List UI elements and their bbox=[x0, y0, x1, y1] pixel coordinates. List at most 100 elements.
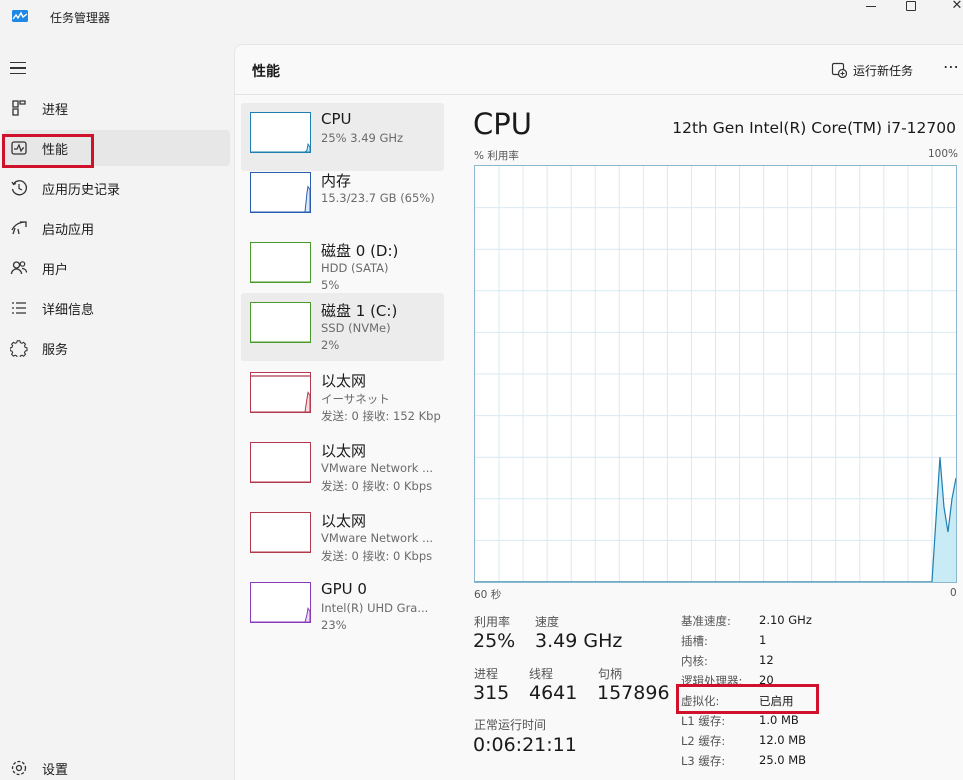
run-new-task-icon bbox=[831, 62, 847, 78]
cpu-utilization-graph bbox=[474, 165, 957, 583]
device-thumbnail-graph bbox=[250, 302, 311, 343]
main-panel: 性能 运行新任务 ⋯ CPU 25% 3.49 GHz 内存 15.3/23.7 GB… bbox=[234, 44, 963, 780]
sidebar-item-app-history[interactable]: 应用历史记录 bbox=[4, 170, 230, 206]
page-title: 性能 bbox=[252, 64, 280, 80]
device-name: 以太网 bbox=[321, 512, 367, 530]
device-sparkline-area bbox=[251, 185, 310, 212]
sidebar-item-services[interactable]: 服务 bbox=[4, 330, 230, 366]
l2-cache-value: 12.0 MB bbox=[759, 733, 807, 747]
speed-label: 速度 bbox=[535, 615, 560, 629]
run-new-task-button[interactable]: 运行新任务 bbox=[831, 59, 913, 81]
handles-label: 句柄 bbox=[598, 667, 623, 681]
title-bar: 任务管理器 ✕ bbox=[0, 0, 963, 36]
base-speed-value: 2.10 GHz bbox=[759, 613, 812, 627]
processes-value: 315 bbox=[473, 682, 510, 704]
close-icon: ✕ bbox=[951, 0, 963, 13]
device-name: 磁盘 0 (D:) bbox=[321, 242, 399, 260]
device-sparkline-area bbox=[251, 142, 310, 152]
device-detail-secondary: 23% bbox=[321, 618, 347, 632]
device-item[interactable]: CPU 25% 3.49 GHz bbox=[241, 103, 444, 171]
more-options-button[interactable]: ⋯ bbox=[943, 57, 960, 76]
device-sparkline bbox=[251, 281, 310, 282]
device-sparkline bbox=[251, 341, 310, 342]
device-item[interactable]: 内存 15.3/23.7 GB (65%) bbox=[241, 163, 444, 231]
users-icon bbox=[10, 261, 28, 275]
device-thumbnail-graph bbox=[250, 242, 311, 283]
settings-gear-icon bbox=[11, 760, 27, 776]
highlight-box-performance bbox=[2, 134, 94, 168]
cores-value: 12 bbox=[759, 653, 774, 667]
sidebar-item-settings[interactable]: 设置 bbox=[4, 750, 230, 780]
sidebar-item-details[interactable]: 详细信息 bbox=[4, 290, 230, 326]
device-item[interactable]: 以太网 VMware Network ... 发送: 0 接收: 0 Kbps bbox=[241, 503, 444, 571]
device-thumbnail-graph bbox=[250, 112, 311, 153]
device-sparkline-area bbox=[251, 607, 310, 622]
device-item[interactable]: 磁盘 0 (D:) HDD (SATA) 5% bbox=[241, 233, 444, 301]
device-thumbnail-graph bbox=[250, 372, 311, 413]
maximize-icon bbox=[906, 1, 916, 11]
device-thumbnail-graph bbox=[250, 512, 311, 553]
uptime-value: 0:06:21:11 bbox=[473, 734, 577, 756]
device-item[interactable]: 以太网イーサネット发送: 0 接收: 152 Kbp bbox=[241, 363, 444, 431]
details-icon bbox=[12, 302, 26, 314]
device-sparkline-area bbox=[251, 391, 310, 412]
processes-label: 进程 bbox=[474, 667, 499, 681]
device-detail: VMware Network ... bbox=[321, 461, 434, 475]
sidebar-item-startup-apps[interactable]: 启动应用 bbox=[4, 210, 230, 246]
device-name: 以太网 bbox=[321, 372, 367, 390]
device-item[interactable]: 磁盘 1 (C:) SSD (NVMe) 2% bbox=[241, 293, 444, 361]
sidebar-item-label: 用户 bbox=[42, 263, 69, 278]
device-item[interactable]: 以太网 VMware Network ... 发送: 0 接收: 0 Kbps bbox=[241, 433, 444, 501]
base-speed-label: 基准速度: bbox=[681, 614, 731, 628]
cpu-model-name: 12th Gen Intel(R) Core(TM) i7-12700 bbox=[672, 119, 956, 137]
device-detail: SSD (NVMe) bbox=[321, 321, 391, 335]
sidebar-item-processes[interactable]: 进程 bbox=[4, 90, 230, 126]
device-detail: 25% 3.49 GHz bbox=[321, 131, 404, 145]
device-name: 磁盘 1 (C:) bbox=[321, 302, 398, 320]
close-button[interactable]: ✕ bbox=[934, 0, 963, 14]
device-detail: イーサネット bbox=[321, 392, 390, 406]
device-detail: VMware Network ... bbox=[321, 531, 434, 545]
l3-cache-value: 25.0 MB bbox=[759, 753, 807, 767]
speed-value: 3.49 GHz bbox=[535, 630, 623, 652]
services-icon bbox=[10, 340, 28, 357]
device-name: 内存 bbox=[321, 172, 352, 190]
l1-cache-value: 1.0 MB bbox=[759, 713, 799, 727]
maximize-button[interactable] bbox=[888, 0, 934, 14]
cpu-graph-svg bbox=[475, 166, 956, 582]
hamburger-menu-icon[interactable] bbox=[10, 62, 26, 74]
task-manager-app-icon bbox=[12, 10, 28, 22]
uptime-label: 正常运行时间 bbox=[474, 718, 547, 732]
sidebar-item-label: 启动应用 bbox=[42, 223, 95, 238]
sidebar-item-label: 设置 bbox=[42, 763, 69, 778]
device-detail-secondary: 2% bbox=[321, 338, 340, 352]
device-detail-secondary: 发送: 0 接收: 152 Kbp bbox=[321, 409, 441, 423]
device-detail-secondary: 发送: 0 接收: 0 Kbps bbox=[321, 549, 433, 563]
device-thumbnail-graph bbox=[250, 442, 311, 483]
device-name: 以太网 bbox=[321, 442, 367, 460]
device-sparkline bbox=[251, 607, 310, 622]
utilization-value: 25% bbox=[473, 630, 516, 652]
l2-cache-label: L2 缓存: bbox=[681, 734, 726, 748]
device-item[interactable]: GPU 0 Intel(R) UHD Gra... 23% bbox=[241, 573, 444, 641]
device-detail: 15.3/23.7 GB (65%) bbox=[321, 191, 435, 205]
device-sparkline bbox=[251, 185, 310, 212]
device-sparkline bbox=[251, 481, 310, 482]
highlight-box-virtualization bbox=[676, 684, 819, 714]
header-divider bbox=[235, 94, 963, 95]
device-sparkline bbox=[251, 551, 310, 552]
threads-label: 线程 bbox=[529, 667, 554, 681]
sockets-label: 插槽: bbox=[681, 634, 708, 648]
cpu-heading: CPU bbox=[473, 107, 532, 141]
run-new-task-label: 运行新任务 bbox=[853, 63, 914, 78]
sidebar-item-label: 详细信息 bbox=[42, 303, 95, 318]
y-axis-label: % 利用率 bbox=[474, 150, 519, 162]
device-name: GPU 0 bbox=[321, 580, 367, 598]
device-detail-secondary: 5% bbox=[321, 278, 340, 292]
window-title: 任务管理器 bbox=[50, 11, 111, 25]
y-axis-max-label: 100% bbox=[928, 148, 959, 160]
sidebar-item-label: 服务 bbox=[42, 343, 69, 358]
sidebar-item-users[interactable]: 用户 bbox=[4, 250, 230, 286]
sockets-value: 1 bbox=[759, 633, 767, 647]
device-sparkline bbox=[251, 142, 310, 152]
